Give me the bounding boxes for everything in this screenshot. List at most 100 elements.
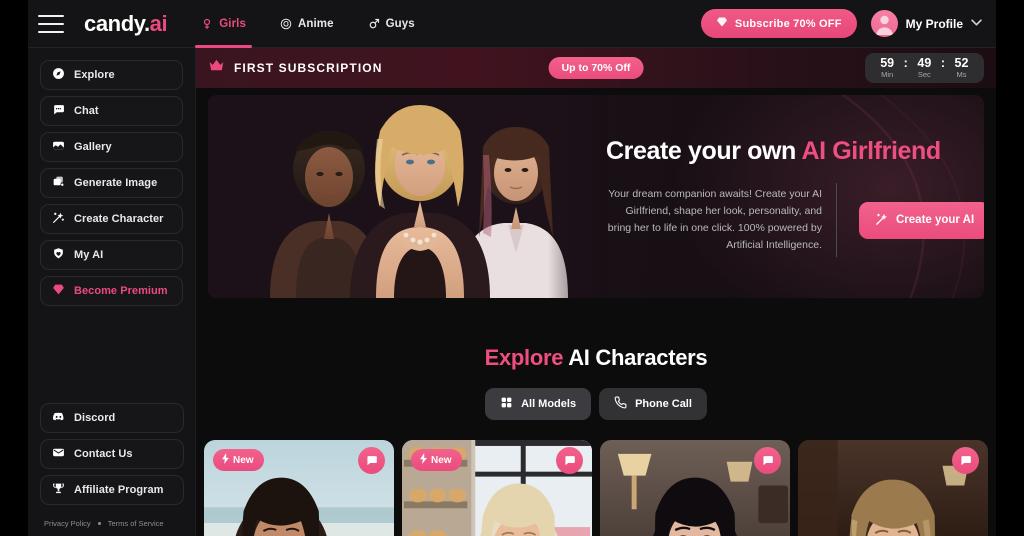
sidebar-item-my-ai-label: My AI <box>74 249 104 261</box>
sidebar-footer-links: Privacy Policy Terms of Service <box>40 511 184 528</box>
chat-bubble-icon <box>367 456 377 466</box>
chat-bubble-icon <box>961 456 971 466</box>
sidebar-item-gallery-label: Gallery <box>74 141 112 153</box>
brand-name-accent: ai <box>149 10 168 36</box>
sidebar-item-contact-us[interactable]: Contact Us <box>40 439 184 469</box>
filter-all-models[interactable]: All Models <box>485 388 592 420</box>
profile-label: My Profile <box>905 16 963 31</box>
hero-vertical-divider <box>836 183 837 257</box>
card-chat-button[interactable] <box>358 447 385 474</box>
nav-tabs: Girls Anime Guys <box>195 0 421 48</box>
subscribe-button[interactable]: Subscribe 70% OFF <box>700 9 857 38</box>
sidebar-item-affiliate-program-label: Affiliate Program <box>74 484 164 496</box>
app-screen: candy.ai Girls Anime Guys Subscribe 70% … <box>0 0 1024 536</box>
hamburger-menu-icon[interactable] <box>38 14 64 33</box>
diamond-icon <box>716 16 728 31</box>
tab-anime[interactable]: Anime <box>274 0 340 48</box>
chat-bubble-icon <box>565 456 575 466</box>
countdown-timer: 59 Min : 49 Sec : 52 Ms <box>864 53 984 83</box>
diamond-premium-icon <box>52 283 65 299</box>
sidebar-item-generate-image[interactable]: Generate Image <box>40 168 183 198</box>
sidebar-item-create-character[interactable]: Create Character <box>40 204 183 234</box>
promo-discount-pill[interactable]: Up to 70% Off <box>548 57 644 79</box>
chat-bubble-icon <box>52 103 65 119</box>
timer-milliseconds: 52 Ms <box>950 56 973 79</box>
crown-icon <box>208 58 225 78</box>
create-your-ai-button-label: Create your AI <box>896 214 975 226</box>
sidebar-item-explore[interactable]: Explore <box>40 60 183 90</box>
character-card[interactable]: New <box>204 440 394 536</box>
timer-seconds-label: Sec <box>917 70 931 79</box>
chat-bubble-icon <box>763 456 773 466</box>
left-sidebar: Explore Chat Gallery Generate Image Crea <box>28 48 196 536</box>
footer-separator-dot <box>97 522 101 525</box>
privacy-policy-link[interactable]: Privacy Policy <box>44 519 91 528</box>
explore-section-title: Explore AI Characters <box>196 345 996 371</box>
sidebar-item-contact-us-label: Contact Us <box>74 448 133 460</box>
brand-logo[interactable]: candy.ai <box>84 10 168 37</box>
character-card[interactable] <box>600 440 790 536</box>
card-new-badge: New <box>213 449 264 471</box>
profile-menu[interactable]: My Profile <box>870 10 982 37</box>
generate-image-icon <box>52 175 65 191</box>
sidebar-bottom-group: Discord Contact Us Affiliate Program Pri… <box>40 403 184 536</box>
magic-wand-icon <box>52 211 65 227</box>
magic-wand-icon <box>875 212 889 229</box>
timer-milliseconds-label: Ms <box>956 70 967 79</box>
terms-of-service-link[interactable]: Terms of Service <box>108 519 164 528</box>
filter-all-models-label: All Models <box>521 398 577 410</box>
sidebar-item-become-premium-label: Become Premium <box>74 285 168 297</box>
card-chat-button[interactable] <box>556 447 583 474</box>
hero-banner: Create your own AI Girlfriend Your dream… <box>208 95 984 298</box>
timer-minutes-value: 59 <box>880 56 895 70</box>
character-card[interactable]: New <box>402 440 592 536</box>
heart-shield-icon <box>52 247 65 263</box>
card-new-badge-label: New <box>431 454 452 466</box>
tab-girls-label: Girls <box>219 17 246 30</box>
sidebar-item-chat[interactable]: Chat <box>40 96 183 126</box>
promo-banner: FIRST SUBSCRIPTION Up to 70% Off 59 Min … <box>196 48 996 88</box>
hero-body-row: Your dream companion awaits! Create your… <box>606 183 984 257</box>
mars-male-icon <box>368 18 380 30</box>
sidebar-item-generate-image-label: Generate Image <box>74 177 158 189</box>
spiral-anime-icon <box>280 18 292 30</box>
tab-girls[interactable]: Girls <box>195 0 252 48</box>
trophy-icon <box>52 482 65 498</box>
filter-phone-call[interactable]: Phone Call <box>599 388 707 420</box>
hero-text-block: Create your own AI Girlfriend Your dream… <box>606 95 984 298</box>
image-gallery-icon <box>52 139 65 155</box>
hero-heading: Create your own AI Girlfriend <box>606 136 984 166</box>
explore-title-plain: AI Characters <box>568 345 708 370</box>
timer-seconds: 49 Sec <box>913 56 936 79</box>
promo-left-group: FIRST SUBSCRIPTION <box>208 58 382 78</box>
sidebar-item-affiliate-program[interactable]: Affiliate Program <box>40 475 184 505</box>
subscribe-button-label: Subscribe 70% OFF <box>734 17 842 30</box>
card-chat-button[interactable] <box>952 447 979 474</box>
sidebar-item-my-ai[interactable]: My AI <box>40 240 183 270</box>
lightning-bolt-icon <box>419 453 428 467</box>
timer-minutes-label: Min <box>881 70 894 79</box>
phone-icon <box>614 396 627 412</box>
tab-guys[interactable]: Guys <box>362 0 421 48</box>
sidebar-item-become-premium[interactable]: Become Premium <box>40 276 183 306</box>
compass-icon <box>52 67 65 83</box>
chevron-down-icon <box>971 18 982 29</box>
timer-colon-2: : <box>940 56 945 70</box>
card-new-badge: New <box>411 449 462 471</box>
sidebar-item-explore-label: Explore <box>74 69 115 81</box>
card-chat-button[interactable] <box>754 447 781 474</box>
create-your-ai-button[interactable]: Create your AI <box>859 201 984 239</box>
character-card[interactable] <box>798 440 988 536</box>
tab-anime-label: Anime <box>297 17 334 30</box>
user-avatar-icon <box>870 10 898 37</box>
sidebar-item-discord-label: Discord <box>74 412 116 424</box>
sidebar-item-create-character-label: Create Character <box>74 213 164 225</box>
card-new-badge-label: New <box>233 454 254 466</box>
brand-name-main: candy <box>84 10 144 36</box>
lightning-bolt-icon <box>221 453 230 467</box>
page-frame: candy.ai Girls Anime Guys Subscribe 70% … <box>28 0 996 536</box>
main-content: FIRST SUBSCRIPTION Up to 70% Off 59 Min … <box>196 48 996 536</box>
sidebar-item-discord[interactable]: Discord <box>40 403 184 433</box>
sidebar-item-gallery[interactable]: Gallery <box>40 132 183 162</box>
filter-button-group: All Models Phone Call <box>196 388 996 420</box>
